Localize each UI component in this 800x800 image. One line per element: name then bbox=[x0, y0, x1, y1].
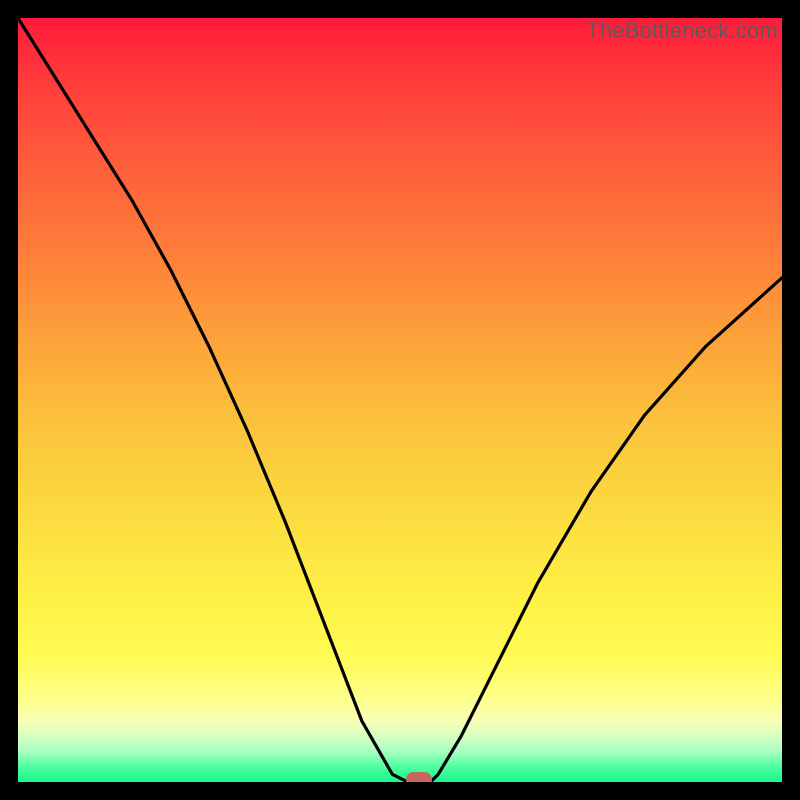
curve-path bbox=[18, 18, 782, 782]
plot-area: TheBottleneck.com bbox=[18, 18, 782, 782]
chart-frame: TheBottleneck.com bbox=[0, 0, 800, 800]
optimum-marker bbox=[406, 772, 432, 782]
bottleneck-curve bbox=[18, 18, 782, 782]
